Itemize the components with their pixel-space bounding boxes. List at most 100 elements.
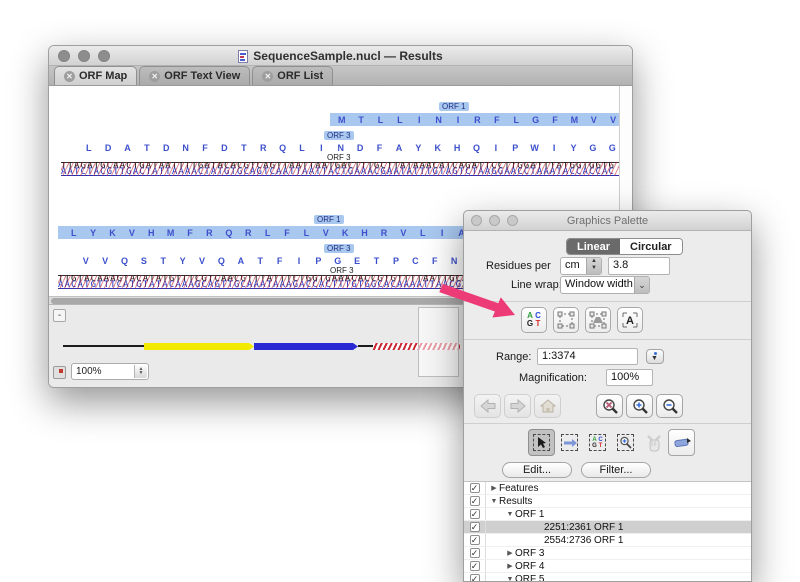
aa-residue: P <box>386 256 405 266</box>
range-history-button[interactable]: ▼ <box>646 349 664 364</box>
segment-circular[interactable]: Circular <box>620 239 682 254</box>
magnifier-plus-icon <box>631 398 649 415</box>
close-tab-icon[interactable]: ✕ <box>262 71 273 82</box>
select-tool[interactable] <box>528 429 555 456</box>
results-titlebar[interactable]: SequenceSample.nucl — Results <box>49 46 632 66</box>
map-blue-feature[interactable] <box>254 343 358 350</box>
tree-row-orf-1[interactable]: ✓▼ORF 1 <box>464 508 751 521</box>
aa-residue: R <box>200 228 219 238</box>
aa-residue: L <box>390 115 409 125</box>
disclosure-triangle-icon[interactable]: ▶ <box>505 562 515 570</box>
disclosure-triangle-icon[interactable]: ▶ <box>505 549 515 557</box>
aa-residue: H <box>447 143 466 153</box>
aa-residue: G <box>328 256 347 266</box>
aa-residue: F <box>270 256 289 266</box>
aa-residue: T <box>251 256 270 266</box>
aa-residue: L <box>413 228 432 238</box>
fit-object-button[interactable] <box>585 307 611 333</box>
tree-label: ORF 4 <box>515 561 544 572</box>
segment-linear[interactable]: Linear <box>567 239 620 254</box>
svg-text:A: A <box>626 315 634 327</box>
tree-row-orf-5[interactable]: ✓▼ORF 5 <box>464 573 751 581</box>
visibility-checkbox[interactable]: ✓ <box>470 574 480 581</box>
aa-residue: Q <box>212 256 231 266</box>
aa-residue: L <box>371 115 390 125</box>
aa-residue: R <box>468 115 487 125</box>
select-range-tool[interactable] <box>556 429 583 456</box>
stepper-icon[interactable]: ▲▼ <box>586 258 601 274</box>
aa-residue: F <box>545 115 564 125</box>
residues-unit-combo[interactable]: cm ▲▼ <box>560 257 602 275</box>
range-field[interactable]: 1:3374 <box>537 348 638 365</box>
collapse-pane-button[interactable]: - <box>53 309 66 322</box>
tree-row-orf-3[interactable]: ✓▶ORF 3 <box>464 547 751 560</box>
residues-per-field[interactable]: 3.8 <box>608 257 670 275</box>
tab-orf-list[interactable]: ✕ORF List <box>252 66 333 85</box>
checkbox-column: ✓ <box>464 508 486 520</box>
line-wrap-dropdown[interactable]: Window width ⌄ <box>560 276 650 294</box>
aa-residue: R <box>239 228 258 238</box>
edit-button[interactable]: Edit... <box>502 462 572 478</box>
page-setup-icon[interactable] <box>53 366 66 379</box>
aa-residue: Y <box>83 228 102 238</box>
visibility-checkbox[interactable]: ✓ <box>470 509 480 519</box>
disclosure-triangle-icon[interactable]: ▶ <box>489 484 499 492</box>
filter-button[interactable]: Filter... <box>581 462 651 478</box>
visibility-checkbox[interactable]: ✓ <box>470 535 480 545</box>
forward-button[interactable] <box>504 394 531 418</box>
aa-residue: Y <box>409 143 428 153</box>
zoom-in-button[interactable] <box>626 394 653 418</box>
close-tab-icon[interactable]: ✕ <box>149 71 160 82</box>
tree-row-2251-2361-orf-1[interactable]: ✓2251:2361 ORF 1 <box>464 521 751 534</box>
pan-tool[interactable] <box>640 429 667 456</box>
overview-zoom-value: 100% <box>76 366 102 377</box>
aa-residue: T <box>234 143 253 153</box>
tab-label: ORF Map <box>79 70 127 82</box>
aa-residue: T <box>351 115 370 125</box>
acgt-letter: T <box>534 320 542 328</box>
tree-row-orf-4[interactable]: ✓ ▶ORF 4 <box>464 560 751 573</box>
triangle-down-icon: ▼ <box>651 355 658 362</box>
checkbox-column: ✓ <box>464 560 486 572</box>
dna-duplex[interactable]: TTAGATGCAACTGATAATTTTGATACACGTCAGTTAATTA… <box>61 162 619 176</box>
show-residues-button[interactable]: ACGT <box>521 307 547 333</box>
close-tab-icon[interactable]: ✕ <box>64 71 75 82</box>
visibility-checkbox[interactable]: ✓ <box>470 496 480 506</box>
tree-row-features[interactable]: ✓▶Features <box>464 482 751 495</box>
annotate-tool[interactable] <box>668 429 695 456</box>
aa-residue: L <box>292 143 311 153</box>
overview-zoom-combo[interactable]: 100% ▲▼ <box>71 363 149 380</box>
visibility-checkbox[interactable]: ✓ <box>470 483 480 493</box>
font-button[interactable]: A <box>617 307 643 333</box>
document-icon <box>238 50 248 63</box>
aa-residue: T <box>154 256 173 266</box>
aa-residue: A <box>389 143 408 153</box>
visibility-checkbox[interactable]: ✓ <box>470 522 480 532</box>
aa-residue: T <box>137 143 156 153</box>
orf3-aa-row: LDATDNFDTRQLINDFAYKHQIPWIYGG <box>79 143 622 153</box>
disclosure-triangle-icon[interactable]: ▼ <box>489 498 499 505</box>
zoom-selection-button[interactable] <box>596 394 623 418</box>
visibility-checkbox[interactable]: ✓ <box>470 548 480 558</box>
fit-to-frame-button[interactable] <box>553 307 579 333</box>
map-backbone-line <box>63 345 144 347</box>
back-button[interactable] <box>474 394 501 418</box>
visibility-checkbox[interactable]: ✓ <box>470 561 480 571</box>
home-button[interactable] <box>534 394 561 418</box>
tab-orf-map[interactable]: ✕ ORF Map <box>54 66 137 85</box>
select-residues-tool[interactable]: ACGT <box>584 429 611 456</box>
checkbox-column: ✓ <box>464 521 486 533</box>
disclosure-triangle-icon[interactable]: ▼ <box>505 576 515 582</box>
disclosure-triangle-icon[interactable]: ▼ <box>505 511 515 518</box>
zoom-tool[interactable] <box>612 429 639 456</box>
tree-row-2554-2736-orf-1[interactable]: ✓2554:2736 ORF 1 <box>464 534 751 547</box>
map-yellow-feature[interactable] <box>144 343 254 350</box>
acgt-letter: G <box>526 320 534 328</box>
magnification-field[interactable]: 100% <box>606 369 653 386</box>
tab-orf-text-view[interactable]: ✕ORF Text View <box>139 66 250 85</box>
chevron-down-icon[interactable]: ⌄ <box>634 277 649 293</box>
palette-titlebar[interactable]: Graphics Palette <box>464 211 751 231</box>
stepper-icon[interactable]: ▲▼ <box>134 365 147 378</box>
tree-row-results[interactable]: ✓▼Results <box>464 495 751 508</box>
zoom-out-button[interactable] <box>656 394 683 418</box>
